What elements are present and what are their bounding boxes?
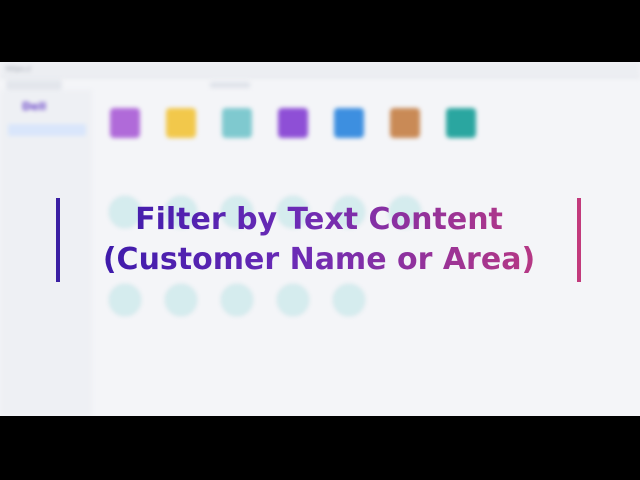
sidebar-item[interactable] xyxy=(8,158,86,170)
sidebar-item[interactable] xyxy=(8,392,86,404)
brand-logo: Dell xyxy=(22,100,47,113)
app-tile[interactable] xyxy=(102,108,148,144)
browser-address-bar[interactable]: https:// xyxy=(0,62,640,78)
letterbox-top xyxy=(0,0,640,62)
toolbar-element xyxy=(210,82,250,88)
app-tile[interactable] xyxy=(326,284,372,322)
app-tile[interactable] xyxy=(102,284,148,322)
app-tile[interactable] xyxy=(326,108,372,144)
overlay-title-line1: Filter by Text Content xyxy=(135,202,503,237)
app-tile-icon xyxy=(333,284,365,316)
app-tile[interactable] xyxy=(158,108,204,144)
letterbox-bottom xyxy=(0,416,640,480)
app-tile[interactable] xyxy=(158,284,204,322)
app-tile[interactable] xyxy=(270,108,316,144)
address-text: https:// xyxy=(6,65,32,73)
app-tile-icon xyxy=(390,108,420,138)
app-tile-icon xyxy=(222,108,252,138)
sidebar-item[interactable] xyxy=(8,174,86,186)
browser-tab[interactable] xyxy=(6,80,62,90)
app-tile-icon xyxy=(109,284,141,316)
sidebar-item[interactable] xyxy=(8,142,86,154)
title-accent-bar-right xyxy=(577,198,581,282)
title-accent-bar-left xyxy=(56,198,60,282)
sidebar-item[interactable] xyxy=(8,124,86,136)
app-tile[interactable] xyxy=(270,284,316,322)
app-tile[interactable] xyxy=(214,284,260,322)
overlay-title-line2: (Customer Name or Area) xyxy=(102,242,536,277)
app-tile[interactable] xyxy=(214,108,260,144)
app-tile[interactable] xyxy=(438,108,484,144)
overlay-title: Filter by Text Content (Customer Name or… xyxy=(64,200,574,280)
app-tile-icon xyxy=(166,108,196,138)
app-tile-icon xyxy=(334,108,364,138)
app-tile-icon xyxy=(165,284,197,316)
app-tile-icon xyxy=(110,108,140,138)
app-tile-icon xyxy=(278,108,308,138)
app-tile[interactable] xyxy=(382,108,428,144)
app-tile-icon xyxy=(277,284,309,316)
sidebar-item[interactable] xyxy=(8,376,86,388)
app-tile-icon xyxy=(221,284,253,316)
app-tile-icon xyxy=(446,108,476,138)
